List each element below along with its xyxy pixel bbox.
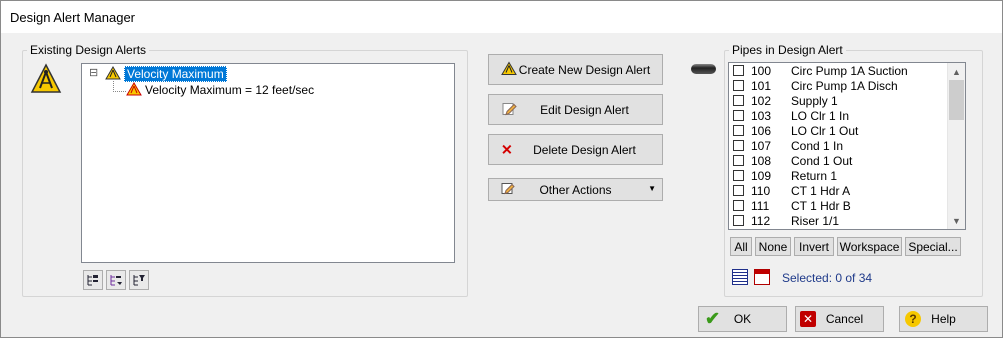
window-view-icon[interactable] [754, 269, 770, 285]
special-button[interactable]: Special... [905, 237, 961, 256]
pipe-number: 102 [751, 93, 772, 108]
pipe-row[interactable]: 108 Cond 1 Out [733, 153, 852, 168]
other-actions-dropdown[interactable]: Other Actions ▼ [488, 178, 663, 201]
tree-item-velocity-maximum[interactable]: Velocity Maximum [124, 66, 227, 82]
alerts-tree[interactable]: ⊟ Velocity Maximum Velocity Maximum = 12… [81, 63, 455, 263]
pipe-name: CT 1 Hdr B [791, 198, 851, 213]
selected-count: Selected: 0 of 34 [782, 271, 873, 285]
tree-connector [113, 81, 126, 92]
pipe-row[interactable]: 102 Supply 1 [733, 93, 838, 108]
note-edit-icon [501, 181, 515, 198]
invert-selection-button[interactable]: Invert [794, 237, 834, 256]
help-label: Help [931, 312, 956, 326]
pipe-checkbox[interactable] [733, 110, 744, 121]
edit-design-alert-label: Edit Design Alert [540, 102, 629, 117]
help-button[interactable]: ? Help [899, 306, 988, 332]
pipe-name: Return 1 [791, 168, 838, 183]
pipe-checkbox[interactable] [733, 80, 744, 91]
pipe-name: CT 1 Hdr A [791, 183, 851, 198]
pipe-number: 107 [751, 138, 772, 153]
checkmark-icon: ✔ [705, 308, 721, 329]
pipe-row[interactable]: 111 CT 1 Hdr B [733, 198, 851, 213]
pipe-name: Cond 1 Out [791, 153, 853, 168]
pipe-checkbox[interactable] [733, 65, 744, 76]
pipes-list[interactable]: 100 Circ Pump 1A Suction 101 Circ Pump 1A … [728, 62, 966, 230]
cancel-label: Cancel [825, 312, 864, 326]
existing-alerts-label: Existing Design Alerts [27, 43, 150, 57]
collapse-all-icon[interactable] [106, 270, 126, 290]
delete-design-alert-button[interactable]: ✕ Delete Design Alert [488, 134, 663, 165]
pipe-name: LO Clr 1 In [791, 108, 850, 123]
pipe-number: 109 [751, 168, 772, 183]
expand-all-icon[interactable] [83, 270, 103, 290]
pipe-name: Circ Pump 1A Disch [791, 78, 898, 93]
pipe-number: 110 [751, 183, 771, 198]
list-view-icon[interactable] [732, 269, 748, 285]
pipe-icon [691, 64, 716, 74]
pipe-checkbox[interactable] [733, 185, 744, 196]
pipes-group-label: Pipes in Design Alert [729, 43, 846, 57]
edit-icon [501, 100, 517, 119]
pipe-number: 108 [751, 153, 772, 168]
pipe-number: 100 [751, 63, 772, 78]
pipe-checkbox[interactable] [733, 125, 744, 136]
pipe-row[interactable]: 100 Circ Pump 1A Suction [733, 63, 908, 78]
pipe-row[interactable]: 103 LO Clr 1 In [733, 108, 849, 123]
tree-collapse-toggle[interactable]: ⊟ [89, 66, 98, 79]
select-all-button[interactable]: All [730, 237, 752, 256]
scroll-thumb[interactable] [949, 80, 964, 120]
pipe-checkbox[interactable] [733, 215, 744, 226]
design-alert-large-icon [30, 63, 62, 95]
pipe-name: Cond 1 In [791, 138, 844, 153]
pipe-row[interactable]: 112 Riser 1/1 [733, 213, 839, 228]
create-design-alert-button[interactable]: Create New Design Alert [488, 54, 663, 85]
pipe-row[interactable]: 110 CT 1 Hdr A [733, 183, 850, 198]
cancel-icon: ✕ [800, 311, 816, 327]
edit-design-alert-button[interactable]: Edit Design Alert [488, 94, 663, 125]
pipe-number: 106 [751, 123, 772, 138]
pipe-checkbox[interactable] [733, 155, 744, 166]
warning-icon [501, 61, 517, 78]
pipe-checkbox[interactable] [733, 95, 744, 106]
pipe-name: LO Clr 1 Out [791, 123, 859, 138]
pipe-checkbox[interactable] [733, 140, 744, 151]
other-actions-label: Other Actions [539, 182, 612, 197]
alert-red-warning-icon [126, 82, 142, 99]
window-title: Design Alert Manager [10, 10, 136, 25]
design-alert-manager-window: Design Alert Manager Existing Design Ale… [0, 0, 1003, 338]
ok-button[interactable]: ✔ OK [698, 306, 787, 332]
pipe-checkbox[interactable] [733, 200, 744, 211]
pipe-number: 112 [751, 213, 771, 228]
pipes-scrollbar[interactable]: ▲ ▼ [947, 63, 965, 229]
pipe-name: Riser 1/1 [791, 213, 840, 228]
pipe-row[interactable]: 101 Circ Pump 1A Disch [733, 78, 898, 93]
pipe-number: 103 [751, 108, 772, 123]
delete-design-alert-label: Delete Design Alert [533, 142, 636, 157]
pipe-row[interactable]: 107 Cond 1 In [733, 138, 843, 153]
tree-item-velocity-limit[interactable]: Velocity Maximum = 12 feet/sec [145, 83, 314, 97]
pipe-number: 111 [751, 198, 770, 213]
select-none-button[interactable]: None [755, 237, 791, 256]
pipe-name: Supply 1 [791, 93, 838, 108]
title-bar: Design Alert Manager [1, 1, 1002, 33]
pipe-checkbox[interactable] [733, 170, 744, 181]
pipe-name: Circ Pump 1A Suction [791, 63, 908, 78]
filter-tree-icon[interactable] [129, 270, 149, 290]
cancel-button[interactable]: ✕ Cancel [795, 306, 884, 332]
chevron-down-icon: ▼ [648, 184, 656, 193]
pipe-number: 101 [751, 78, 772, 93]
workspace-button[interactable]: Workspace [837, 237, 902, 256]
scroll-down-icon[interactable]: ▼ [948, 212, 965, 229]
delete-icon: ✕ [501, 141, 513, 157]
pipe-row[interactable]: 106 LO Clr 1 Out [733, 123, 858, 138]
create-design-alert-label: Create New Design Alert [518, 62, 651, 77]
help-icon: ? [905, 311, 921, 327]
ok-label: OK [733, 312, 752, 326]
pipe-row[interactable]: 109 Return 1 [733, 168, 837, 183]
scroll-up-icon[interactable]: ▲ [948, 63, 965, 80]
